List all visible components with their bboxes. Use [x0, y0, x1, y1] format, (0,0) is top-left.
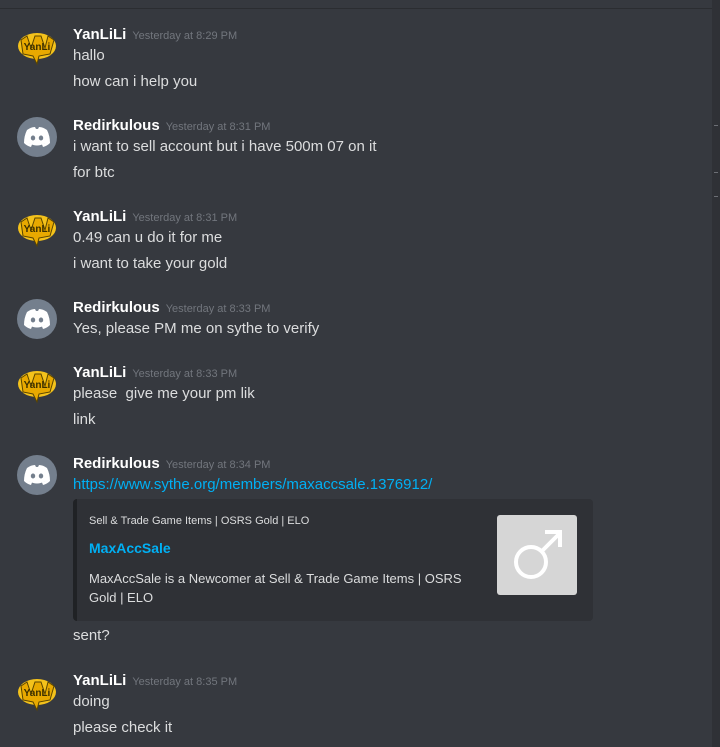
yanlili-avatar-icon[interactable]: YanLi: [17, 672, 57, 712]
timestamp: Yesterday at 8:35 PM: [132, 676, 238, 688]
message-text: please give me your pm lik: [73, 385, 255, 402]
message-text: for btc: [73, 164, 115, 181]
male-symbol-icon[interactable]: [497, 515, 577, 595]
yanlili-avatar-icon[interactable]: YanLi: [17, 208, 57, 248]
yanlili-avatar-icon[interactable]: YanLi: [17, 364, 57, 404]
message-header: Redirkulous Yesterday at 8:33 PM: [73, 299, 270, 319]
message-text: Yes, please PM me on sythe to verify: [73, 320, 320, 337]
message-link[interactable]: https://www.sythe.org/members/maxaccsale…: [73, 476, 432, 493]
message-header: Redirkulous Yesterday at 8:31 PM: [73, 117, 270, 137]
yanlili-avatar-icon[interactable]: YanLi: [17, 26, 57, 66]
message-text: how can i help you: [73, 73, 198, 90]
message-header: YanLiLi Yesterday at 8:35 PM: [73, 672, 237, 692]
timestamp: Yesterday at 8:34 PM: [165, 459, 271, 471]
svg-text:YanLi: YanLi: [24, 688, 51, 699]
embed-provider[interactable]: Sell & Trade Game Items | OSRS Gold | EL…: [89, 515, 309, 527]
username[interactable]: Redirkulous: [73, 299, 160, 316]
timestamp: Yesterday at 8:31 PM: [132, 212, 238, 224]
scroll-marker: [714, 172, 718, 173]
embed-description: MaxAccSale is a Newcomer at Sell & Trade…: [89, 571, 462, 605]
svg-text:YanLi: YanLi: [24, 224, 51, 235]
message-text: link: [73, 411, 96, 428]
username[interactable]: YanLiLi: [73, 26, 126, 43]
message-list: YanLi YanLiLi Yesterday at 8:29 PM hallo …: [0, 0, 712, 747]
link-embed: Sell & Trade Game Items | OSRS Gold | EL…: [73, 499, 593, 621]
username[interactable]: Redirkulous: [73, 455, 160, 472]
svg-text:YanLi: YanLi: [24, 42, 51, 53]
message-header: Redirkulous Yesterday at 8:34 PM: [73, 455, 270, 475]
message-text: 0.49 can u do it for me: [73, 229, 223, 246]
svg-text:YanLi: YanLi: [24, 380, 51, 391]
timestamp: Yesterday at 8:31 PM: [165, 121, 271, 133]
message-text: sent?: [73, 627, 110, 644]
scrollbar[interactable]: [712, 0, 720, 747]
scroll-marker: [714, 125, 718, 126]
message-text: i want to sell account but i have 500m 0…: [73, 138, 377, 155]
timestamp: Yesterday at 8:33 PM: [165, 303, 271, 315]
message-text: i want to take your gold: [73, 255, 228, 272]
discord-avatar-icon[interactable]: [17, 455, 57, 495]
message-header: YanLiLi Yesterday at 8:33 PM: [73, 364, 237, 384]
username[interactable]: YanLiLi: [73, 208, 126, 225]
scroll-marker: [714, 196, 718, 197]
timestamp: Yesterday at 8:29 PM: [132, 30, 238, 42]
username[interactable]: Redirkulous: [73, 117, 160, 134]
username[interactable]: YanLiLi: [73, 364, 126, 381]
username[interactable]: YanLiLi: [73, 672, 126, 689]
message-header: YanLiLi Yesterday at 8:29 PM: [73, 26, 237, 46]
message-text: doing: [73, 693, 110, 710]
discord-avatar-icon[interactable]: [17, 299, 57, 339]
message-header: YanLiLi Yesterday at 8:31 PM: [73, 208, 237, 228]
message-text: hallo: [73, 47, 105, 64]
embed-title[interactable]: MaxAccSale: [89, 540, 171, 556]
discord-avatar-icon[interactable]: [17, 117, 57, 157]
message-text: please check it: [73, 719, 173, 736]
timestamp: Yesterday at 8:33 PM: [132, 368, 238, 380]
